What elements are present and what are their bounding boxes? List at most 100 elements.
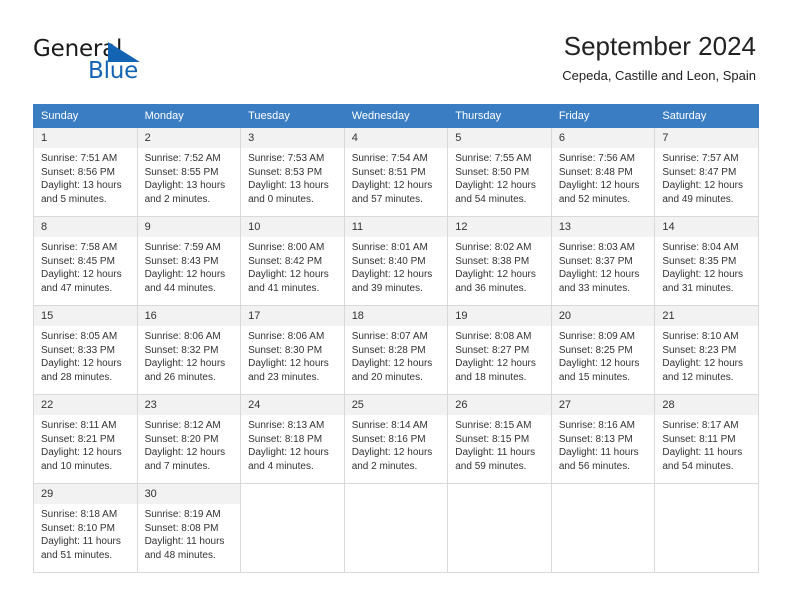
daylight-text-line1: Daylight: 12 hours (455, 269, 536, 280)
day-number: 15 (34, 306, 137, 326)
day-cell[interactable]: 30 Sunrise: 8:19 AM Sunset: 8:08 PM Dayl… (136, 483, 242, 573)
day-number: 2 (137, 128, 241, 148)
calendar-header-row: Sunday Monday Tuesday Wednesday Thursday… (33, 104, 759, 128)
daylight-text-line1: Daylight: 12 hours (248, 269, 329, 280)
sunset-text: Sunset: 8:25 PM (558, 344, 633, 356)
day-number: 23 (137, 395, 241, 415)
day-number: 7 (655, 128, 758, 148)
weekday-header-saturday: Saturday (654, 104, 759, 128)
day-cell[interactable]: 5 Sunrise: 7:55 AM Sunset: 8:50 PM Dayli… (447, 127, 552, 217)
day-cell[interactable]: 16 Sunrise: 8:06 AM Sunset: 8:32 PM Dayl… (136, 305, 242, 395)
day-cell[interactable]: 28 Sunrise: 8:17 AM Sunset: 8:11 PM Dayl… (654, 394, 759, 484)
daylight-text-line1: Daylight: 11 hours (558, 447, 639, 458)
day-info: Sunrise: 8:16 AM Sunset: 8:13 PM Dayligh… (552, 415, 655, 473)
day-cell[interactable]: 20 Sunrise: 8:09 AM Sunset: 8:25 PM Dayl… (550, 305, 656, 395)
day-cell[interactable]: 19 Sunrise: 8:08 AM Sunset: 8:27 PM Dayl… (447, 305, 552, 395)
day-cell[interactable]: 24 Sunrise: 8:13 AM Sunset: 8:18 PM Dayl… (240, 394, 345, 484)
day-cell[interactable]: 27 Sunrise: 8:16 AM Sunset: 8:13 PM Dayl… (550, 394, 656, 484)
calendar-grid: Sunday Monday Tuesday Wednesday Thursday… (33, 104, 759, 573)
calendar-week-row: 22 Sunrise: 8:11 AM Sunset: 8:21 PM Dayl… (33, 394, 759, 484)
day-cell[interactable]: 4 Sunrise: 7:54 AM Sunset: 8:51 PM Dayli… (343, 127, 449, 217)
day-cell[interactable]: 12 Sunrise: 8:02 AM Sunset: 8:38 PM Dayl… (447, 216, 552, 306)
day-number: 11 (344, 217, 448, 237)
sunrise-text: Sunrise: 8:03 AM (558, 242, 635, 253)
daylight-text-line2: and 44 minutes. (144, 282, 216, 294)
sunset-text: Sunset: 8:56 PM (41, 166, 115, 178)
day-info: Sunrise: 7:55 AM Sunset: 8:50 PM Dayligh… (448, 148, 551, 206)
sunrise-text: Sunrise: 7:56 AM (558, 153, 635, 164)
day-number: 26 (448, 395, 551, 415)
day-cell[interactable]: 21 Sunrise: 8:10 AM Sunset: 8:23 PM Dayl… (654, 305, 759, 395)
day-cell[interactable]: 6 Sunrise: 7:56 AM Sunset: 8:48 PM Dayli… (550, 127, 656, 217)
daylight-text-line1: Daylight: 12 hours (351, 269, 433, 280)
day-cell[interactable]: 7 Sunrise: 7:57 AM Sunset: 8:47 PM Dayli… (654, 127, 759, 217)
daylight-text-line1: Daylight: 11 hours (144, 536, 225, 547)
day-cell[interactable]: 14 Sunrise: 8:04 AM Sunset: 8:35 PM Dayl… (654, 216, 759, 306)
calendar-week-row: 8 Sunrise: 7:58 AM Sunset: 8:45 PM Dayli… (33, 216, 759, 306)
sunrise-text: Sunrise: 8:04 AM (662, 242, 739, 253)
sunrise-text: Sunrise: 8:00 AM (248, 242, 325, 253)
daylight-text-line1: Daylight: 12 hours (351, 180, 433, 191)
day-cell[interactable]: 25 Sunrise: 8:14 AM Sunset: 8:16 PM Dayl… (343, 394, 449, 484)
day-info: Sunrise: 7:56 AM Sunset: 8:48 PM Dayligh… (552, 148, 655, 206)
calendar-page: General Blue September 2024 Cepeda, Cast… (0, 0, 792, 612)
day-cell[interactable]: 23 Sunrise: 8:12 AM Sunset: 8:20 PM Dayl… (136, 394, 242, 484)
sunrise-text: Sunrise: 8:09 AM (558, 331, 635, 342)
day-cell[interactable]: 22 Sunrise: 8:11 AM Sunset: 8:21 PM Dayl… (33, 394, 138, 484)
day-number: 20 (551, 306, 655, 326)
day-number: 3 (241, 128, 344, 148)
sunset-text: Sunset: 8:08 PM (144, 522, 219, 534)
sunset-text: Sunset: 8:21 PM (41, 433, 115, 445)
day-cell[interactable]: 1 Sunrise: 7:51 AM Sunset: 8:56 PM Dayli… (33, 127, 138, 217)
day-info: Sunrise: 8:03 AM Sunset: 8:37 PM Dayligh… (552, 237, 655, 295)
daylight-text-line1: Daylight: 12 hours (351, 358, 433, 369)
day-number: 28 (655, 395, 758, 415)
day-info: Sunrise: 7:58 AM Sunset: 8:45 PM Dayligh… (34, 237, 137, 295)
day-number: 9 (137, 217, 241, 237)
day-cell[interactable]: 3 Sunrise: 7:53 AM Sunset: 8:53 PM Dayli… (240, 127, 345, 217)
daylight-text-line2: and 31 minutes. (662, 282, 734, 294)
sunset-text: Sunset: 8:35 PM (662, 255, 737, 267)
day-cell[interactable]: 9 Sunrise: 7:59 AM Sunset: 8:43 PM Dayli… (136, 216, 242, 306)
day-number: 18 (344, 306, 448, 326)
day-cell[interactable]: 11 Sunrise: 8:01 AM Sunset: 8:40 PM Dayl… (343, 216, 449, 306)
daylight-text-line2: and 7 minutes. (144, 460, 211, 472)
daylight-text-line2: and 54 minutes. (662, 460, 734, 472)
daylight-text-line2: and 57 minutes. (351, 193, 423, 205)
day-cell-empty (447, 483, 552, 573)
day-number: 4 (344, 128, 448, 148)
day-cell-empty (550, 483, 656, 573)
daylight-text-line2: and 36 minutes. (455, 282, 527, 294)
sunrise-text: Sunrise: 8:12 AM (144, 420, 221, 431)
day-cell[interactable]: 10 Sunrise: 8:00 AM Sunset: 8:42 PM Dayl… (240, 216, 345, 306)
calendar-body: 1 Sunrise: 7:51 AM Sunset: 8:56 PM Dayli… (33, 127, 759, 573)
daylight-text-line2: and 12 minutes. (662, 371, 734, 383)
sunrise-text: Sunrise: 8:14 AM (351, 420, 428, 431)
daylight-text-line1: Daylight: 12 hours (248, 447, 329, 458)
sunrise-text: Sunrise: 7:57 AM (662, 153, 739, 164)
general-blue-logo[interactable]: General Blue (33, 36, 203, 88)
logo-text-blue: Blue (88, 58, 139, 84)
daylight-text-line1: Daylight: 12 hours (662, 180, 743, 191)
sunset-text: Sunset: 8:45 PM (41, 255, 115, 267)
day-number: 24 (241, 395, 344, 415)
day-cell[interactable]: 15 Sunrise: 8:05 AM Sunset: 8:33 PM Dayl… (33, 305, 138, 395)
sunset-text: Sunset: 8:16 PM (351, 433, 426, 445)
day-cell[interactable]: 26 Sunrise: 8:15 AM Sunset: 8:15 PM Dayl… (447, 394, 552, 484)
day-cell[interactable]: 2 Sunrise: 7:52 AM Sunset: 8:55 PM Dayli… (136, 127, 242, 217)
sunrise-text: Sunrise: 8:16 AM (558, 420, 635, 431)
daylight-text-line1: Daylight: 13 hours (41, 180, 122, 191)
daylight-text-line2: and 18 minutes. (455, 371, 527, 383)
day-cell[interactable]: 8 Sunrise: 7:58 AM Sunset: 8:45 PM Dayli… (33, 216, 138, 306)
daylight-text-line2: and 56 minutes. (558, 460, 630, 472)
day-info: Sunrise: 8:05 AM Sunset: 8:33 PM Dayligh… (34, 326, 137, 384)
day-cell[interactable]: 13 Sunrise: 8:03 AM Sunset: 8:37 PM Dayl… (550, 216, 656, 306)
day-info: Sunrise: 8:15 AM Sunset: 8:15 PM Dayligh… (448, 415, 551, 473)
day-cell[interactable]: 17 Sunrise: 8:06 AM Sunset: 8:30 PM Dayl… (240, 305, 345, 395)
sunrise-text: Sunrise: 7:58 AM (41, 242, 118, 253)
daylight-text-line1: Daylight: 12 hours (144, 447, 226, 458)
day-cell[interactable]: 18 Sunrise: 8:07 AM Sunset: 8:28 PM Dayl… (343, 305, 449, 395)
day-number: 10 (241, 217, 344, 237)
day-cell[interactable]: 29 Sunrise: 8:18 AM Sunset: 8:10 PM Dayl… (33, 483, 138, 573)
sunrise-text: Sunrise: 8:06 AM (248, 331, 325, 342)
